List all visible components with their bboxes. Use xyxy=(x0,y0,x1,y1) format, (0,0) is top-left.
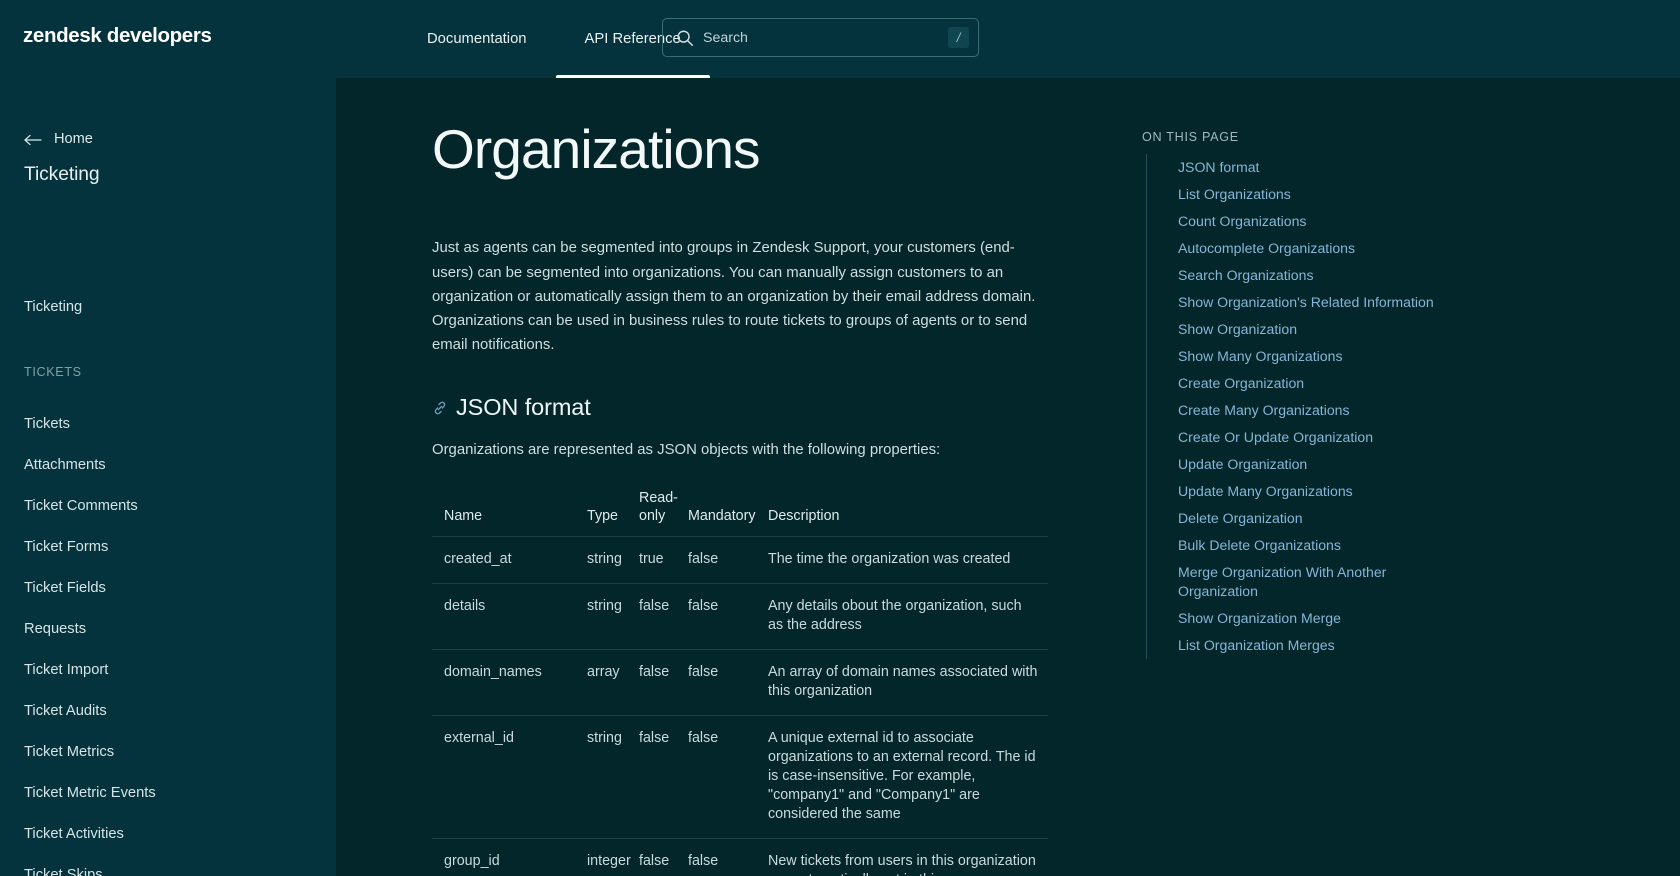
link-icon[interactable] xyxy=(432,400,448,416)
sidebar-item-tickets[interactable]: Tickets xyxy=(0,403,336,444)
toc-item-show-many-organizations[interactable]: Show Many Organizations xyxy=(1146,343,1442,371)
cell-type: string xyxy=(575,535,627,584)
table-row: group_id integer false false New tickets… xyxy=(432,837,1048,876)
cell-description: An array of domain names associated with… xyxy=(756,648,1048,716)
toc-item-list-organizations[interactable]: List Organizations xyxy=(1146,181,1442,209)
cell-description: A unique external id to associate organi… xyxy=(756,714,1048,839)
toc-item-list-organization-merges[interactable]: List Organization Merges xyxy=(1146,632,1442,660)
toc-item-update-many-organizations[interactable]: Update Many Organizations xyxy=(1146,478,1442,506)
nav-tab-documentation[interactable]: Documentation xyxy=(398,0,556,78)
table-row: domain_names array false false An array … xyxy=(432,648,1048,716)
cell-name: created_at xyxy=(432,535,575,584)
on-this-page-list: JSON format List Organizations Count Org… xyxy=(1146,154,1442,660)
cell-type: string xyxy=(575,582,627,650)
search-shortcut-badge: / xyxy=(948,27,969,48)
toc-item-create-many-organizations[interactable]: Create Many Organizations xyxy=(1146,397,1442,425)
cell-name: domain_names xyxy=(432,648,575,716)
cell-type: integer xyxy=(575,837,631,876)
brand-logo[interactable]: zendesk developers xyxy=(23,24,212,48)
section-subtext: Organizations are represented as JSON ob… xyxy=(432,442,941,459)
properties-table: Name Type Read-only Mandatory Descriptio… xyxy=(432,489,1048,876)
cell-mandatory: false xyxy=(676,714,756,839)
sidebar-item-ticket-import[interactable]: Ticket Import xyxy=(0,649,336,690)
table-row: created_at string true false The time th… xyxy=(432,535,1048,584)
cell-description: The time the organization was created xyxy=(756,535,1048,584)
toc-item-create-or-update-organization[interactable]: Create Or Update Organization xyxy=(1146,424,1442,452)
cell-description: New tickets from users in this organizat… xyxy=(756,837,1048,876)
sidebar-title: Ticketing xyxy=(24,164,100,185)
cell-mandatory: false xyxy=(676,535,756,584)
on-this-page-panel: ON THIS PAGE JSON format List Organizati… xyxy=(1142,130,1442,660)
sidebar-item-ticket-audits[interactable]: Ticket Audits xyxy=(0,690,336,731)
search-box[interactable]: / xyxy=(662,18,979,57)
toc-item-merge-organization-with-another-organization[interactable]: Merge Organization With Another Organiza… xyxy=(1146,559,1442,606)
sidebar-home-link[interactable]: Home xyxy=(24,131,93,147)
cell-read-only: false xyxy=(627,714,676,839)
column-header-type: Type xyxy=(587,508,618,525)
cell-read-only: false xyxy=(627,648,676,716)
toc-item-autocomplete-organizations[interactable]: Autocomplete Organizations xyxy=(1146,235,1442,263)
sidebar-item-ticket-comments[interactable]: Ticket Comments xyxy=(0,485,336,526)
cell-mandatory: false xyxy=(676,648,756,716)
toc-item-search-organizations[interactable]: Search Organizations xyxy=(1146,262,1442,290)
toc-item-delete-organization[interactable]: Delete Organization xyxy=(1146,505,1442,533)
cell-mandatory: false xyxy=(676,837,756,876)
top-header-bar: zendesk developers Documentation API Ref… xyxy=(0,0,1680,78)
sidebar-item-ticketing[interactable]: Ticketing xyxy=(24,299,82,315)
article-body: Organizations Just as agents can be segm… xyxy=(432,78,1052,876)
toc-item-json-format[interactable]: JSON format xyxy=(1146,154,1442,182)
toc-item-create-organization[interactable]: Create Organization xyxy=(1146,370,1442,398)
cell-name: external_id xyxy=(432,714,575,839)
column-header-mandatory: Mandatory xyxy=(688,508,756,525)
toc-item-update-organization[interactable]: Update Organization xyxy=(1146,451,1442,479)
table-row: external_id string false false A unique … xyxy=(432,714,1048,839)
toc-item-bulk-delete-organizations[interactable]: Bulk Delete Organizations xyxy=(1146,532,1442,560)
sidebar-item-ticket-fields[interactable]: Ticket Fields xyxy=(0,567,336,608)
cell-name: details xyxy=(432,582,575,650)
table-row: details string false false Any details o… xyxy=(432,582,1048,650)
left-sidebar: Home Ticketing Ticketing TICKETS Tickets… xyxy=(0,78,336,876)
sidebar-item-ticket-forms[interactable]: Ticket Forms xyxy=(0,526,336,567)
table-header-row: Name Type Read-only Mandatory Descriptio… xyxy=(432,489,1048,536)
section-heading-json-format: JSON format xyxy=(456,394,591,421)
column-header-description: Description xyxy=(768,508,840,525)
cell-mandatory: false xyxy=(676,582,756,650)
arrow-left-icon xyxy=(24,133,42,146)
page-title: Organizations xyxy=(432,118,761,180)
sidebar-nav-list: Tickets Attachments Ticket Comments Tick… xyxy=(0,403,336,876)
sidebar-item-ticket-activities[interactable]: Ticket Activities xyxy=(0,813,336,854)
sidebar-item-ticket-metric-events[interactable]: Ticket Metric Events xyxy=(0,772,336,813)
cell-description: Any details obout the organization, such… xyxy=(756,582,1048,650)
toc-item-show-organizations-related-information[interactable]: Show Organization's Related Information xyxy=(1146,289,1442,317)
toc-item-count-organizations[interactable]: Count Organizations xyxy=(1146,208,1442,236)
cell-name: group_id xyxy=(432,837,575,876)
toc-item-show-organization-merge[interactable]: Show Organization Merge xyxy=(1146,605,1442,633)
column-header-name: Name xyxy=(444,508,483,525)
toc-item-show-organization[interactable]: Show Organization xyxy=(1146,316,1442,344)
sidebar-item-requests[interactable]: Requests xyxy=(0,608,336,649)
cell-read-only: true xyxy=(627,535,676,584)
cell-type: string xyxy=(575,714,627,839)
cell-read-only: false xyxy=(627,837,676,876)
sidebar-home-label: Home xyxy=(54,131,93,147)
column-header-read-only: Read-only xyxy=(639,489,678,525)
sidebar-section-tickets: TICKETS xyxy=(24,365,82,379)
cell-read-only: false xyxy=(627,582,676,650)
main-content-area: Organizations Just as agents can be segm… xyxy=(336,78,1680,876)
sidebar-item-attachments[interactable]: Attachments xyxy=(0,444,336,485)
sidebar-item-ticket-metrics[interactable]: Ticket Metrics xyxy=(0,731,336,772)
sidebar-item-ticket-skips[interactable]: Ticket Skips xyxy=(0,854,336,876)
search-icon xyxy=(676,29,694,47)
search-input[interactable] xyxy=(703,19,953,56)
intro-paragraph: Just as agents can be segmented into gro… xyxy=(432,240,1036,353)
json-format-heading-row: JSON format xyxy=(432,394,1052,421)
on-this-page-title: ON THIS PAGE xyxy=(1142,130,1239,144)
cell-type: array xyxy=(575,648,627,716)
